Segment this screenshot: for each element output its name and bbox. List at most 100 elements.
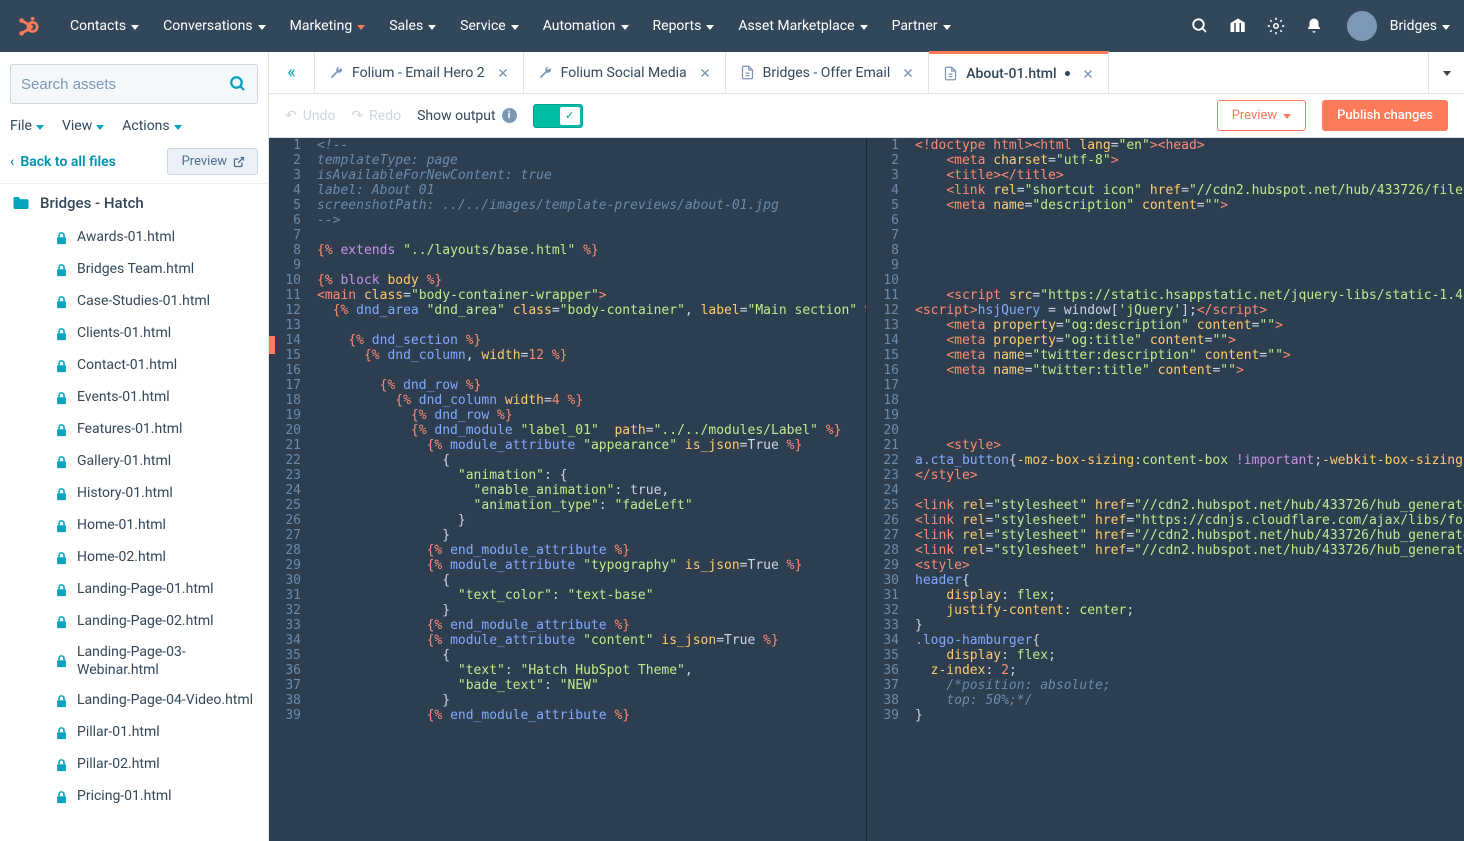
- redo-button[interactable]: ↷ Redo: [351, 108, 401, 124]
- code-line[interactable]: 37 /*position: absolute;: [867, 678, 1464, 693]
- code-line[interactable]: 39 {% end_module_attribute %}: [269, 708, 866, 723]
- tab-overflow-button[interactable]: [1428, 52, 1464, 93]
- code-line[interactable]: 33 {% end_module_attribute %}: [269, 618, 866, 633]
- code-line[interactable]: 3isAvailableForNewContent: true: [269, 168, 866, 183]
- code-line[interactable]: 1<!--: [269, 138, 866, 153]
- code-line[interactable]: 20 {% dnd_module "label_01" path="../../…: [269, 423, 866, 438]
- search-input[interactable]: [21, 76, 229, 93]
- menu-view[interactable]: View: [62, 118, 104, 134]
- code-line[interactable]: 1<!doctype html><html lang="en"><head>: [867, 138, 1464, 153]
- code-line[interactable]: 34 {% module_attribute "content" is_json…: [269, 633, 866, 648]
- code-line[interactable]: 12<script>hsjQuery = window['jQuery'];</…: [867, 303, 1464, 318]
- code-line[interactable]: 22a.cta_button{-moz-box-sizing:content-b…: [867, 453, 1464, 468]
- code-line[interactable]: 2templateType: page: [269, 153, 866, 168]
- code-line[interactable]: 28 {% end_module_attribute %}: [269, 543, 866, 558]
- account-menu[interactable]: Bridges: [1347, 11, 1450, 41]
- info-icon[interactable]: i: [502, 108, 517, 123]
- file-item[interactable]: Home-01.html: [0, 510, 268, 542]
- code-line[interactable]: 9: [867, 258, 1464, 273]
- tab[interactable]: Bridges - Offer Email: [726, 52, 930, 93]
- code-line[interactable]: 5screenshotPath: ../../images/template-p…: [269, 198, 866, 213]
- code-line[interactable]: 31 "text_color": "text-base": [269, 588, 866, 603]
- undo-button[interactable]: ↶ Undo: [285, 108, 335, 124]
- code-line[interactable]: 25<link rel="stylesheet" href="//cdn2.hu…: [867, 498, 1464, 513]
- publish-button[interactable]: Publish changes: [1322, 100, 1448, 131]
- code-line[interactable]: 21 <style>: [867, 438, 1464, 453]
- preview-button[interactable]: Preview: [167, 148, 258, 175]
- code-line[interactable]: 20: [867, 423, 1464, 438]
- code-line[interactable]: 23 "animation": {: [269, 468, 866, 483]
- file-item[interactable]: Gallery-01.html: [0, 446, 268, 478]
- nav-sales[interactable]: Sales: [379, 10, 446, 42]
- tab[interactable]: About-01.html: [929, 51, 1108, 93]
- code-line[interactable]: 32 justify-content: center;: [867, 603, 1464, 618]
- code-line[interactable]: 27 }: [269, 528, 866, 543]
- code-line[interactable]: 4 <link rel="shortcut icon" href="//cdn2…: [867, 183, 1464, 198]
- code-line[interactable]: 15 <meta name="twitter:description" cont…: [867, 348, 1464, 363]
- code-line[interactable]: 27<link rel="stylesheet" href="//cdn2.hu…: [867, 528, 1464, 543]
- code-line[interactable]: 12 {% dnd_area "dnd_area" class="body-co…: [269, 303, 866, 318]
- nav-conversations[interactable]: Conversations: [153, 10, 275, 42]
- code-line[interactable]: 19 {% dnd_row %}: [269, 408, 866, 423]
- notifications-icon[interactable]: [1305, 17, 1323, 35]
- close-icon[interactable]: [902, 67, 914, 79]
- file-item[interactable]: Awards-01.html: [0, 222, 268, 254]
- code-line[interactable]: 36 "text": "Hatch HubSpot Theme",: [269, 663, 866, 678]
- show-output-toggle[interactable]: ✓: [533, 104, 583, 128]
- file-item[interactable]: Landing-Page-03-Webinar.html: [0, 638, 268, 685]
- code-line[interactable]: 13 <meta property="og:description" conte…: [867, 318, 1464, 333]
- editor-pane-right[interactable]: 1<!doctype html><html lang="en"><head>2 …: [866, 138, 1464, 841]
- nav-partner[interactable]: Partner: [882, 10, 961, 42]
- file-item[interactable]: Pricing-01.html: [0, 781, 268, 813]
- file-item[interactable]: Home-02.html: [0, 542, 268, 574]
- code-line[interactable]: 35 display: flex;: [867, 648, 1464, 663]
- settings-icon[interactable]: [1267, 17, 1285, 35]
- search-input-wrap[interactable]: [10, 64, 258, 104]
- code-line[interactable]: 8: [867, 243, 1464, 258]
- nav-service[interactable]: Service: [450, 10, 529, 42]
- file-item[interactable]: Bridges Team.html: [0, 254, 268, 286]
- file-item[interactable]: Events-01.html: [0, 382, 268, 414]
- code-line[interactable]: 18: [867, 393, 1464, 408]
- code-line[interactable]: 38 }: [269, 693, 866, 708]
- code-line[interactable]: 36 z-index: 2;: [867, 663, 1464, 678]
- code-line[interactable]: 37 "bade_text": "NEW": [269, 678, 866, 693]
- code-line[interactable]: 7: [867, 228, 1464, 243]
- file-item[interactable]: Features-01.html: [0, 414, 268, 446]
- code-line[interactable]: 24: [867, 483, 1464, 498]
- code-line[interactable]: 9: [269, 258, 866, 273]
- code-line[interactable]: 29<style>: [867, 558, 1464, 573]
- code-line[interactable]: 35 {: [269, 648, 866, 663]
- file-item[interactable]: Clients-01.html: [0, 318, 268, 350]
- code-line[interactable]: 11 <script src="https://static.hsappstat…: [867, 288, 1464, 303]
- code-line[interactable]: 38 top: 50%;*/: [867, 693, 1464, 708]
- tab[interactable]: Folium - Email Hero 2: [315, 52, 524, 93]
- code-line[interactable]: 29 {% module_attribute "typography" is_j…: [269, 558, 866, 573]
- code-line[interactable]: 26<link rel="stylesheet" href="https://c…: [867, 513, 1464, 528]
- code-line[interactable]: 3 <title></title>: [867, 168, 1464, 183]
- back-link[interactable]: ‹ Back to all files: [10, 154, 116, 170]
- code-line[interactable]: 14 <meta property="og:title" content="">: [867, 333, 1464, 348]
- tab[interactable]: Folium Social Media: [524, 52, 726, 93]
- marketplace-icon[interactable]: [1229, 17, 1247, 35]
- code-line[interactable]: 32 }: [269, 603, 866, 618]
- file-item[interactable]: Case-Studies-01.html: [0, 286, 268, 318]
- code-line[interactable]: 8{% extends "../layouts/base.html" %}: [269, 243, 866, 258]
- preview-dropdown[interactable]: Preview: [1217, 100, 1306, 131]
- code-line[interactable]: 23</style>: [867, 468, 1464, 483]
- file-item[interactable]: Contact-01.html: [0, 350, 268, 382]
- editor-pane-left[interactable]: 1<!--2templateType: page3isAvailableForN…: [269, 138, 866, 841]
- code-line[interactable]: 6: [867, 213, 1464, 228]
- file-item[interactable]: Landing-Page-04-Video.html: [0, 685, 268, 717]
- code-line[interactable]: 16 <meta name="twitter:title" content=""…: [867, 363, 1464, 378]
- menu-file[interactable]: File: [10, 118, 44, 134]
- code-line[interactable]: 5 <meta name="description" content="">: [867, 198, 1464, 213]
- code-line[interactable]: 30 {: [269, 573, 866, 588]
- code-line[interactable]: 2 <meta charset="utf-8">: [867, 153, 1464, 168]
- close-icon[interactable]: [497, 67, 509, 79]
- code-line[interactable]: 24 "enable_animation": true,: [269, 483, 866, 498]
- code-line[interactable]: 16: [269, 363, 866, 378]
- collapse-sidebar-button[interactable]: «: [269, 52, 315, 93]
- file-item[interactable]: Landing-Page-02.html: [0, 606, 268, 638]
- search-icon[interactable]: [1191, 17, 1209, 35]
